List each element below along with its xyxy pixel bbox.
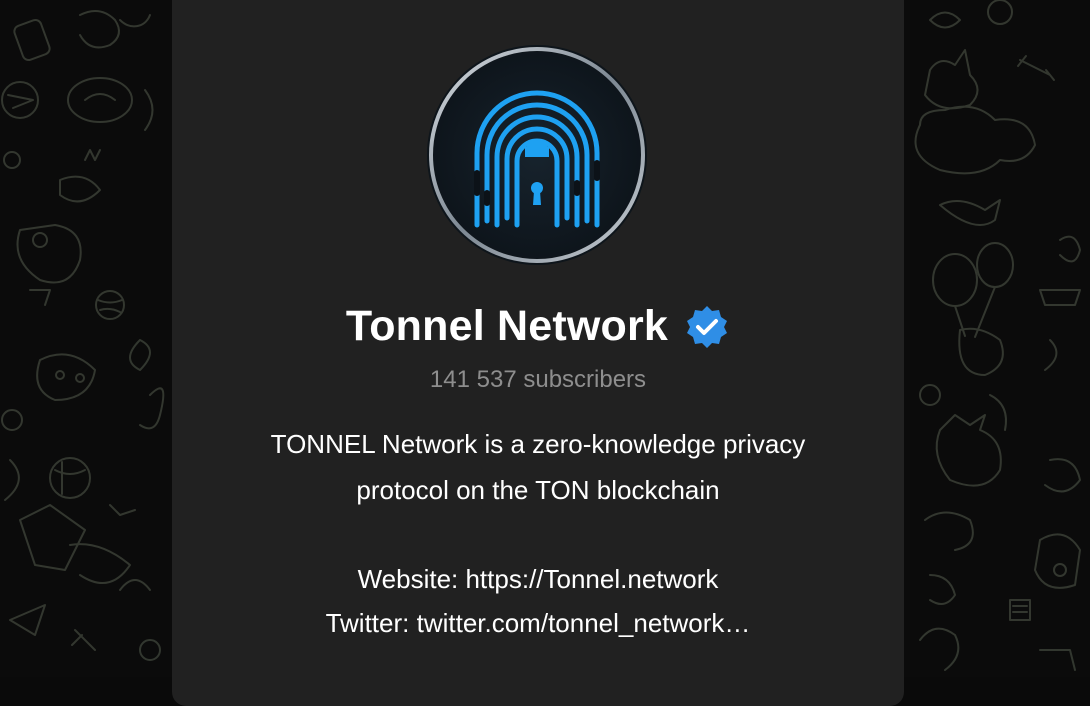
channel-avatar[interactable] — [425, 43, 649, 267]
description-line: TONNEL Network is a zero-knowledge priva… — [270, 429, 806, 459]
channel-title: Tonnel Network — [345, 301, 669, 350]
verified-badge-icon — [687, 306, 728, 348]
website-link[interactable]: Website: https://Tonnel.network — [172, 557, 904, 601]
channel-title-row: Tonnel Network — [172, 296, 904, 356]
twitter-link[interactable]: Twitter: twitter.com/tonnel_network… — [172, 601, 904, 645]
description-spacer — [172, 513, 904, 557]
subscriber-count: 141 537 subscribers — [429, 366, 647, 393]
channel-description: TONNEL Network is a zero-knowledge priva… — [172, 421, 904, 645]
description-line: protocol on the TON blockchain — [356, 475, 720, 505]
